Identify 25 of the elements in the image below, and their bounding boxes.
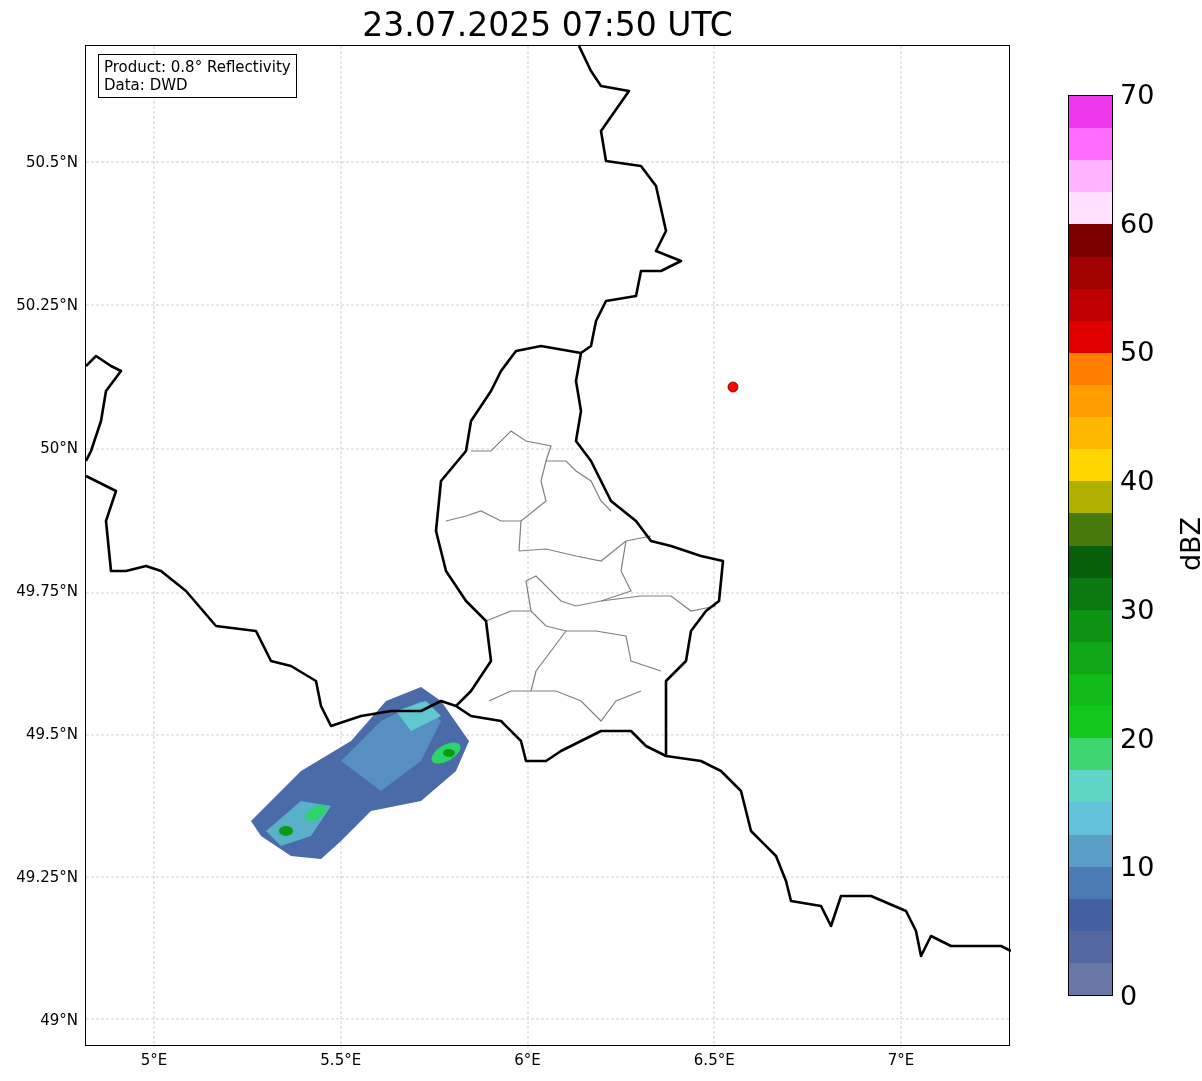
- y-tick-label: 49.25°N: [16, 868, 78, 886]
- y-tick-label: 50.5°N: [25, 153, 78, 171]
- colorbar-tick-label: 0: [1120, 981, 1138, 1011]
- y-tick-label: 49°N: [40, 1011, 78, 1029]
- colorbar-tick-label: 20: [1120, 723, 1155, 754]
- x-tick-label: 6.5°E: [693, 1051, 735, 1069]
- y-tick-label: 49.5°N: [25, 725, 78, 743]
- legend-text: Product: 0.8° Reflectivity: [104, 58, 291, 76]
- x-tick-label: 7°E: [887, 1051, 915, 1069]
- x-tick-label: 5.5°E: [320, 1051, 362, 1069]
- legend-text: Data: DWD: [104, 76, 189, 94]
- colorbar-tick-label: 70: [1120, 80, 1155, 110]
- colorbar-tick-label: 60: [1120, 208, 1155, 239]
- marker-dot: [727, 381, 739, 393]
- colorbar-tick-label: 10: [1120, 852, 1155, 883]
- y-tick-label: 50°N: [40, 439, 78, 457]
- y-tick-label: 49.75°N: [16, 582, 78, 600]
- colorbar-tick-label: 50: [1120, 337, 1155, 368]
- x-tick-label: 5°E: [140, 1051, 168, 1069]
- colorbar-tick-label: 30: [1120, 594, 1155, 625]
- colorbar-label: dBZ: [1176, 516, 1202, 572]
- chart-title: 23.07.2025 07:50 UTC: [361, 4, 734, 45]
- x-tick-label: 6°E: [514, 1051, 541, 1069]
- colorbar-tick-label: 40: [1120, 466, 1155, 497]
- y-tick-label: 50.25°N: [16, 296, 78, 314]
